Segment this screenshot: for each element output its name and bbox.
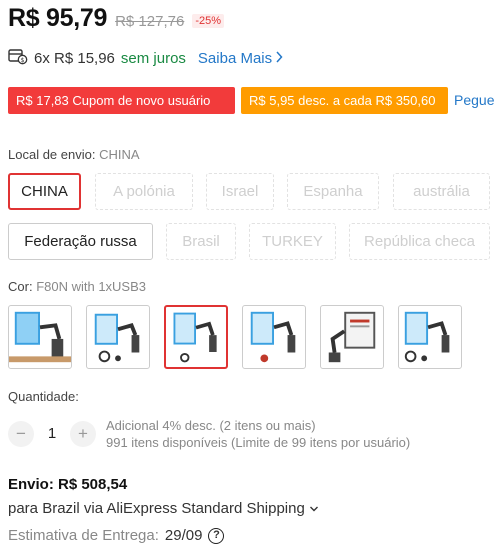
- price-row: R$ 95,79 R$ 127,76 -25%: [8, 4, 224, 33]
- shipping-method[interactable]: para Brazil via AliExpress Standard Ship…: [8, 500, 319, 517]
- ship-option-china[interactable]: CHINA: [8, 173, 81, 210]
- help-icon[interactable]: ?: [208, 527, 225, 544]
- extra-discount-text: Adicional 4% desc. (2 itens ou mais): [106, 418, 316, 433]
- ship-option-poland[interactable]: A polónia: [95, 173, 193, 210]
- quantity-label: Quantidade:: [8, 389, 79, 404]
- chevron-right-icon: [275, 50, 283, 67]
- monitor-arm-image: [9, 311, 71, 363]
- new-user-coupon[interactable]: R$ 17,83 Cupom de novo usuário: [8, 87, 235, 114]
- installment-card-icon: $: [8, 47, 28, 69]
- color-thumb-2[interactable]: [86, 305, 150, 369]
- coupons-row: R$ 17,83 Cupom de novo usuário R$ 5,95 d…: [8, 87, 494, 114]
- original-price: R$ 127,76: [115, 13, 185, 30]
- learn-more-label: Saiba Mais: [197, 49, 273, 67]
- ship-option-spain[interactable]: Espanha: [287, 173, 379, 210]
- color-value: F80N with 1xUSB3: [36, 279, 147, 294]
- color-thumb-4[interactable]: [242, 305, 306, 369]
- discount-badge: -25%: [192, 14, 224, 28]
- ship-option-australia[interactable]: austrália: [393, 173, 490, 210]
- ship-from-value: CHINA: [99, 147, 140, 162]
- monitor-arm-image: [404, 311, 450, 363]
- shipping-cost: Envio: R$ 508,54: [8, 476, 128, 493]
- color-label: Cor: F80N with 1xUSB3: [8, 279, 146, 294]
- installment-row: $ 6x R$ 15,96 sem juros Saiba Mais: [8, 47, 283, 69]
- monitor-arm-image: [94, 313, 140, 363]
- delivery-estimate: Estimativa de Entrega: 29/09 ?: [8, 527, 225, 544]
- color-label-text: Cor:: [8, 279, 33, 294]
- color-thumb-5[interactable]: [320, 305, 384, 369]
- ship-from-label-text: Local de envio:: [8, 147, 96, 162]
- monitor-arm-image: [250, 311, 296, 363]
- stock-text: 991 itens disponíveis (Limite de 99 iten…: [106, 435, 411, 450]
- store-discount-coupon[interactable]: R$ 5,95 desc. a cada R$ 350,60: [241, 87, 448, 114]
- color-thumb-3[interactable]: [164, 305, 228, 369]
- quantity-info: Adicional 4% desc. (2 itens ou mais) 991…: [106, 417, 410, 451]
- shipping-method-text: para Brazil via AliExpress Standard Ship…: [8, 500, 305, 517]
- current-price: R$ 95,79: [8, 4, 108, 32]
- delivery-date: 29/09: [164, 527, 203, 544]
- chevron-down-icon[interactable]: [309, 500, 319, 517]
- svg-text:$: $: [21, 57, 25, 64]
- ship-option-turkey[interactable]: TURKEY: [249, 223, 336, 260]
- interest-free-text: sem juros: [120, 49, 186, 67]
- monitor-arm-image: [328, 311, 376, 363]
- learn-more-link[interactable]: Saiba Mais: [198, 50, 283, 67]
- ship-option-russia[interactable]: Federação russa: [8, 223, 153, 260]
- ship-option-czech[interactable]: República checa: [349, 223, 490, 260]
- color-thumb-1[interactable]: [8, 305, 72, 369]
- quantity-decrease-button[interactable]: −: [8, 421, 34, 447]
- quantity-value[interactable]: 1: [40, 421, 64, 447]
- ship-option-brazil[interactable]: Brasil: [166, 223, 236, 260]
- monitor-arm-image: [173, 312, 217, 363]
- installment-text: 6x R$ 15,96: [34, 49, 115, 67]
- ship-from-label: Local de envio: CHINA: [8, 147, 140, 162]
- get-coupon-link[interactable]: Pegue: [454, 87, 494, 114]
- color-thumb-6[interactable]: [398, 305, 462, 369]
- delivery-label: Estimativa de Entrega:: [8, 527, 159, 544]
- quantity-increase-button[interactable]: +: [70, 421, 96, 447]
- ship-option-israel[interactable]: Israel: [206, 173, 274, 210]
